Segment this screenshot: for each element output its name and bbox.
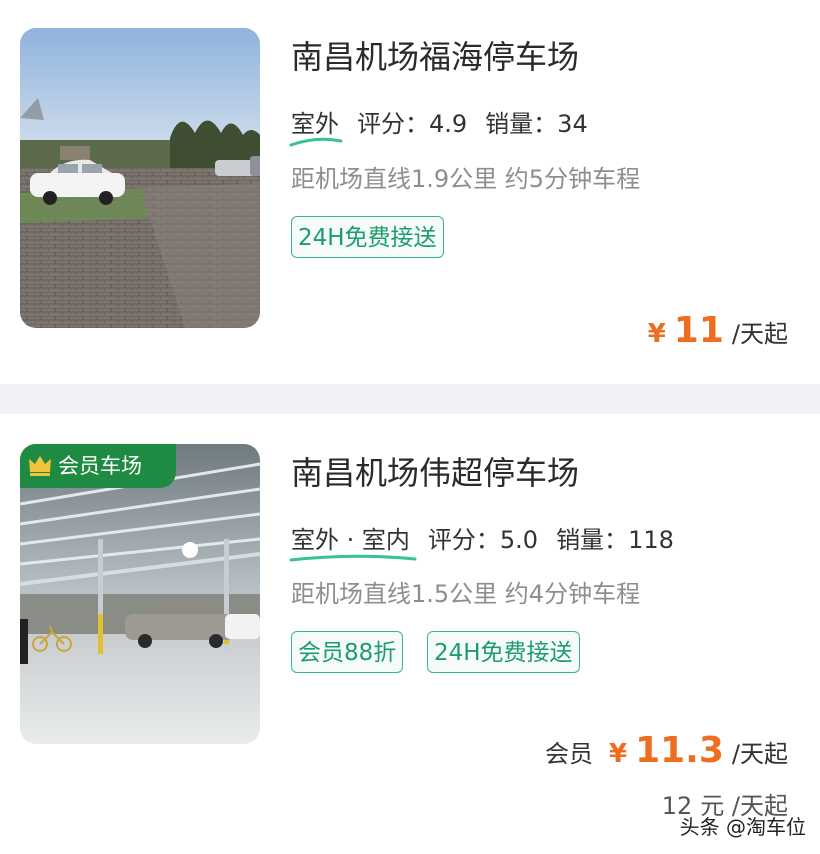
parking-lot-card[interactable]: 会员车场 南昌机场伟超停车场 室外 · 室内 评分：5.0 销量：118 距机场直… <box>0 414 820 854</box>
crown-icon <box>29 456 51 476</box>
parking-lot-photo: 会员车场 <box>20 444 260 744</box>
sales-value: 34 <box>557 110 588 138</box>
rating-value: 4.9 <box>429 110 468 138</box>
currency-symbol: ¥ <box>647 319 666 349</box>
location-type: 室外 · 室内 <box>289 520 417 562</box>
parking-lot-photo <box>20 28 260 328</box>
highlight-underline-icon <box>289 137 343 147</box>
member-lot-badge: 会员车场 <box>20 444 176 488</box>
rating-label: 评分： <box>357 110 429 138</box>
sales-value: 118 <box>628 526 674 554</box>
tag-member-discount: 会员88折 <box>291 631 404 673</box>
distance-text: 距机场直线1.9公里 约5分钟车程 <box>291 165 641 193</box>
rating-value: 5.0 <box>499 526 539 554</box>
parking-lot-card[interactable]: 南昌机场福海停车场 室外 评分：4.9 销量：34 距机场直线1.9公里 约5分钟… <box>0 0 820 384</box>
parking-lot-name[interactable]: 南昌机场福海停车场 <box>291 32 579 78</box>
tag-free-shuttle: 24H免费接送 <box>427 631 580 673</box>
sales-label: 销量： <box>485 110 558 138</box>
price-unit: /天起 <box>731 740 788 768</box>
sales-label: 销量： <box>556 526 629 554</box>
member-price-label: 会员 <box>544 740 593 768</box>
price-value: 11 <box>673 310 724 351</box>
watermark-text: 头条 @淘车位 <box>679 815 806 839</box>
currency-symbol: ¥ <box>608 739 628 769</box>
member-price: 会员 ¥ 11.3 /天起 <box>545 730 788 771</box>
distance-text: 距机场直线1.5公里 约4分钟车程 <box>291 580 641 608</box>
highlight-underline-icon <box>289 554 417 562</box>
parking-lot-meta: 室外 · 室内 评分：5.0 销量：118 <box>289 520 674 562</box>
tag-free-shuttle: 24H免费接送 <box>291 216 444 258</box>
location-type: 室外 <box>289 104 343 147</box>
parking-lot-meta: 室外 评分：4.9 销量：34 <box>289 104 588 147</box>
price: ¥ 11 /天起 <box>648 310 788 351</box>
price-value: 11.3 <box>635 730 724 771</box>
parking-lot-name[interactable]: 南昌机场伟超停车场 <box>291 448 579 494</box>
price-unit: /天起 <box>731 320 788 348</box>
rating-label: 评分： <box>427 526 500 554</box>
